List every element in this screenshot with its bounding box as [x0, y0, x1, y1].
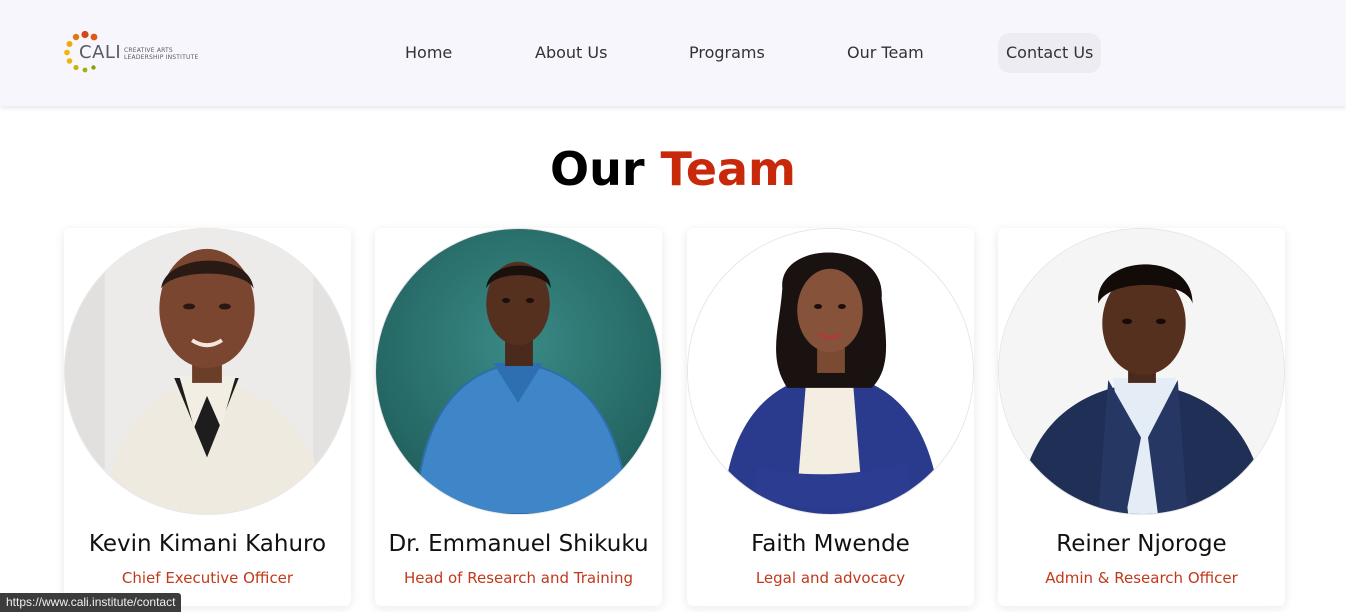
member-role: Legal and advocacy [755, 569, 906, 587]
team-photo-kevin [64, 228, 351, 515]
nav-programs[interactable]: Programs [689, 33, 765, 73]
member-role: Head of Research and Training [404, 569, 633, 587]
team-card-emmanuel[interactable]: Dr. Emmanuel Shikuku Head of Research an… [375, 228, 662, 606]
member-name: Dr. Emmanuel Shikuku [388, 531, 649, 557]
member-role: Admin & Research Officer [1045, 569, 1238, 587]
member-name: Reiner Njoroge [1056, 531, 1227, 557]
site-header: CALI CREATIVE ARTS LEADERSHIP INSTITUTE … [0, 0, 1346, 106]
main-nav: Home About Us Programs Our Team Contact … [0, 33, 1346, 73]
section-title: Our Team [0, 143, 1346, 195]
nav-home[interactable]: Home [405, 33, 452, 73]
nav-about-us[interactable]: About Us [535, 33, 607, 73]
member-name: Faith Mwende [751, 531, 910, 557]
title-word-our: Our [549, 141, 645, 196]
member-name: Kevin Kimani Kahuro [88, 531, 327, 557]
team-photo-faith [687, 228, 974, 515]
team-card-faith[interactable]: Faith Mwende Legal and advocacy [687, 228, 974, 606]
nav-our-team[interactable]: Our Team [847, 33, 924, 73]
member-role: Chief Executive Officer [121, 569, 294, 587]
team-photo-reiner [998, 228, 1285, 515]
team-card-kevin[interactable]: Kevin Kimani Kahuro Chief Executive Offi… [64, 228, 351, 606]
team-card-reiner[interactable]: Reiner Njoroge Admin & Research Officer [998, 228, 1285, 606]
link-status-url: https://www.cali.institute/contact [0, 593, 182, 612]
title-word-team: Team [660, 141, 796, 196]
nav-contact-us[interactable]: Contact Us [998, 33, 1102, 73]
team-photo-emmanuel [375, 228, 662, 515]
